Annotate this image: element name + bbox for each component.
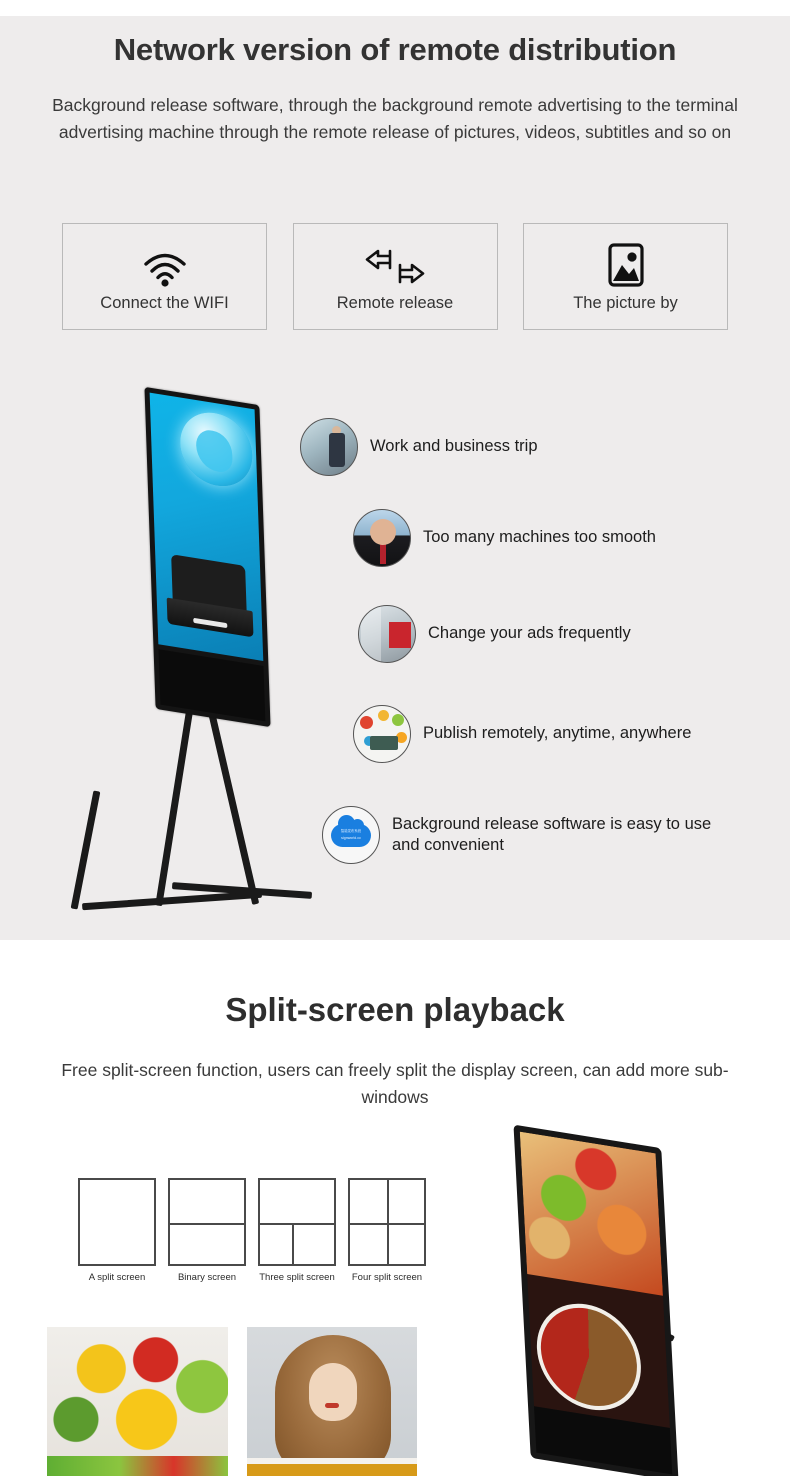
- split-mode-label: Binary screen: [177, 1272, 237, 1283]
- cloud-logo-thumb: 智能发布系统 signworld.cc: [322, 806, 380, 864]
- kiosk-lower-panel: [158, 649, 266, 722]
- cloud-cn-text: 智能发布系统: [340, 828, 362, 833]
- feature-box-wifi[interactable]: Connect the WIFI: [62, 223, 267, 330]
- page-root: Network version of remote distribution B…: [0, 0, 790, 1476]
- list-item-label: Change your ads frequently: [428, 624, 631, 643]
- vegetables-photo-secondary: [47, 1456, 228, 1476]
- digital-signage-kiosk-food: [480, 1124, 790, 1476]
- feature-box-remote-release[interactable]: Remote release: [292, 223, 498, 330]
- vegetables-photo: [47, 1327, 228, 1476]
- list-item-label: Too many machines too smooth: [423, 528, 656, 547]
- publish-network-thumb: [353, 705, 411, 763]
- kiosk-leg: [81, 890, 263, 911]
- list-item-label: Background release software is easy to u…: [392, 814, 712, 854]
- cloud-url-text: signworld.cc: [341, 835, 361, 840]
- hotpot-graphic: [534, 1296, 644, 1418]
- split-diagram-3: [258, 1178, 336, 1266]
- list-item: Work and business trip: [300, 418, 538, 476]
- digital-signage-kiosk-globe: [22, 386, 313, 932]
- split-mode-label: Three split screen: [259, 1272, 335, 1283]
- split-diagram-1: [78, 1178, 156, 1266]
- section1-subtitle: Background release software, through the…: [52, 95, 738, 143]
- list-item: 智能发布系统 signworld.cc Background release s…: [322, 806, 712, 864]
- kiosk-screen-content: [149, 392, 264, 661]
- stressed-man-thumb: [353, 509, 411, 567]
- list-item: Too many machines too smooth: [353, 509, 656, 567]
- section2-title: Split-screen playback: [225, 991, 565, 1028]
- exchange-arrows-icon: [364, 241, 426, 287]
- feature-label: The picture by: [573, 293, 678, 312]
- kiosk-leg: [155, 692, 196, 907]
- feature-label: Connect the WIFI: [100, 293, 229, 312]
- split-mode-three[interactable]: Three split screen: [258, 1178, 336, 1283]
- picture-icon: [607, 241, 644, 287]
- cloud-icon: 智能发布系统 signworld.cc: [331, 814, 371, 847]
- feature-label: Remote release: [336, 293, 454, 312]
- globe-graphic: [178, 407, 254, 492]
- kiosk-screen: [144, 386, 271, 728]
- laptop-graphic: [165, 553, 254, 641]
- kiosk-screen-content: [519, 1131, 670, 1428]
- woman-portrait-photo: [247, 1327, 417, 1476]
- split-mode-label: Four split screen: [351, 1272, 423, 1283]
- kiosk-leg: [70, 790, 101, 910]
- split-mode-one[interactable]: A split screen: [78, 1178, 156, 1283]
- section2-subtitle: Free split-screen function, users can fr…: [61, 1060, 729, 1108]
- list-item-label: Publish remotely, anytime, anywhere: [423, 724, 692, 743]
- list-item: Change your ads frequently: [358, 605, 631, 663]
- split-mode-row: A split screen Binary screen Three split…: [78, 1178, 428, 1283]
- split-mode-label: A split screen: [88, 1272, 146, 1283]
- section1-title: Network version of remote distribution: [113, 32, 677, 67]
- split-mode-four[interactable]: Four split screen: [348, 1178, 426, 1283]
- kiosk-screen: [513, 1124, 679, 1476]
- food-graphic-top: [519, 1131, 663, 1297]
- feature-box-row: Connect the WIFI Remote release The pict…: [62, 223, 728, 330]
- airport-display-thumb: [358, 605, 416, 663]
- office-worker-thumb: [300, 418, 358, 476]
- split-diagram-2: [168, 1178, 246, 1266]
- split-mode-binary[interactable]: Binary screen: [168, 1178, 246, 1283]
- split-diagram-4: [348, 1178, 426, 1266]
- list-item-label: Work and business trip: [370, 437, 538, 456]
- oil-photo-secondary: [247, 1458, 417, 1476]
- wifi-icon: [142, 241, 188, 287]
- feature-box-picture[interactable]: The picture by: [523, 223, 728, 330]
- list-item: Publish remotely, anytime, anywhere: [353, 705, 691, 763]
